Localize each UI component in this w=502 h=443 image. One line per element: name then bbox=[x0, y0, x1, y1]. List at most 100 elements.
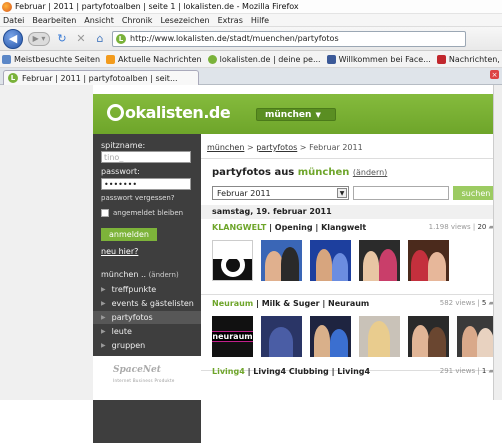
chevron-down-icon[interactable]: ▼ bbox=[337, 188, 347, 198]
thumb-shape bbox=[221, 253, 245, 277]
thumb-shape bbox=[269, 327, 293, 357]
album-thumbnail[interactable] bbox=[261, 240, 302, 281]
bookmark-facebook[interactable]: Willkommen bei Face... bbox=[326, 54, 431, 64]
breadcrumb-city[interactable]: münchen bbox=[207, 143, 244, 152]
back-button[interactable]: ◀ bbox=[3, 28, 23, 49]
bookmark-label: Nachrichten, aktuelle ... bbox=[448, 54, 502, 64]
sidebar-item-events[interactable]: ▶ events & gästelisten bbox=[93, 297, 201, 310]
stop-icon[interactable]: ✕ bbox=[74, 32, 88, 46]
login-button[interactable]: anmelden bbox=[101, 228, 157, 241]
sidebar-item-label: treffpunkte bbox=[111, 285, 157, 294]
thumb-shape bbox=[379, 249, 397, 281]
album-row: Neuraum | Milk & Suger | Neuraum 582 vie… bbox=[201, 295, 502, 371]
sidebar-item-label: gruppen bbox=[111, 341, 146, 350]
spacenet-logo[interactable]: SpaceNet bbox=[113, 365, 161, 375]
password-label: passwort: bbox=[101, 167, 140, 176]
menu-hilfe[interactable]: Hilfe bbox=[251, 16, 269, 25]
album-thumbnail[interactable] bbox=[359, 240, 400, 281]
album-thumbnail[interactable] bbox=[310, 240, 351, 281]
page-scrollbar[interactable] bbox=[493, 85, 502, 400]
bookmarks-toolbar: Meistbesuchte Seiten Aktuelle Nachrichte… bbox=[0, 51, 502, 68]
url-text: http://www.lokalisten.de/stadt/muenchen/… bbox=[130, 34, 339, 43]
close-tab-icon[interactable]: × bbox=[490, 70, 499, 79]
menu-ansicht[interactable]: Ansicht bbox=[84, 16, 114, 25]
album-thumbnail[interactable] bbox=[408, 316, 449, 357]
breadcrumb-sep: > bbox=[297, 143, 310, 152]
thumb-shape bbox=[412, 325, 429, 357]
thumb-shape bbox=[428, 252, 446, 281]
facebook-icon bbox=[326, 54, 336, 64]
url-bar[interactable]: L http://www.lokalisten.de/stadt/muenche… bbox=[112, 30, 466, 47]
album-thumbnail[interactable] bbox=[261, 316, 302, 357]
username-label: spitzname: bbox=[101, 141, 146, 150]
lokalisten-icon bbox=[207, 54, 217, 64]
thumb-shape bbox=[330, 329, 348, 357]
password-input[interactable]: ••••••• bbox=[101, 178, 191, 190]
thumb-shape bbox=[411, 250, 429, 281]
bookmark-label: Willkommen bei Face... bbox=[338, 54, 431, 64]
arrow-right-icon: ▶ bbox=[101, 300, 106, 307]
tab-current[interactable]: L Februar | 2011 | partyfotoalben | seit… bbox=[3, 70, 199, 85]
register-link[interactable]: neu hier? bbox=[101, 247, 138, 256]
album-title[interactable]: Living4 | Living4 Clubbing | Living4 bbox=[212, 367, 370, 376]
bookmark-lokalisten[interactable]: lokalisten.de | deine pe... bbox=[207, 54, 321, 64]
lokalisten-logo[interactable]: okalisten.de bbox=[107, 103, 231, 122]
city-select-button[interactable]: münchen ▼ bbox=[256, 108, 336, 121]
album-stats: 582 views | 5 ▰ bbox=[440, 299, 494, 307]
album-thumbnail[interactable] bbox=[212, 240, 253, 281]
sidebar-item-leute[interactable]: ▶ leute bbox=[93, 325, 201, 338]
rss-icon bbox=[106, 54, 116, 64]
forgot-password-link[interactable]: passwort vergessen? bbox=[101, 194, 175, 202]
window-titlebar: Februar | 2011 | partyfotoalben | seite … bbox=[0, 0, 502, 14]
menu-extras[interactable]: Extras bbox=[218, 16, 243, 25]
album-name: | Opening | Klangwelt bbox=[266, 223, 367, 232]
album-thumbnail[interactable]: neuraum bbox=[212, 316, 253, 357]
arrow-right-icon: ▶ bbox=[101, 342, 106, 349]
bookmark-news[interactable]: Aktuelle Nachrichten bbox=[106, 54, 202, 64]
bookmark-most-visited[interactable]: Meistbesuchte Seiten bbox=[2, 54, 100, 64]
forward-button[interactable]: ▶ ▾ bbox=[28, 31, 50, 46]
menu-lesezeichen[interactable]: Lesezeichen bbox=[160, 16, 209, 25]
album-venue: KLANGWELT bbox=[212, 223, 267, 232]
thumb-shape bbox=[314, 325, 330, 357]
sidebar-item-partyfotos[interactable]: ▶ partyfotos bbox=[93, 311, 201, 324]
thumb-shape bbox=[332, 253, 348, 281]
breadcrumb-section[interactable]: partyfotos bbox=[256, 143, 297, 152]
menu-datei[interactable]: Datei bbox=[3, 16, 24, 25]
arrow-right-icon: ▶ bbox=[101, 314, 106, 321]
remember-checkbox[interactable] bbox=[101, 209, 109, 217]
album-venue: Neuraum bbox=[212, 299, 254, 308]
sidebar-item-treffpunkte[interactable]: ▶ treffpunkte bbox=[93, 283, 201, 296]
search-input[interactable] bbox=[353, 186, 449, 200]
album-views: 1.198 views | bbox=[428, 223, 478, 231]
album-thumbnail[interactable] bbox=[310, 316, 351, 357]
change-city-link[interactable]: (ändern) bbox=[353, 168, 387, 177]
bookmark-ntv[interactable]: Nachrichten, aktuelle ... bbox=[436, 54, 502, 64]
navigation-toolbar: ◀ ▶ ▾ ↻ ✕ ⌂ L http://www.lokalisten.de/s… bbox=[0, 27, 502, 51]
album-title[interactable]: Neuraum | Milk & Suger | Neuraum bbox=[212, 299, 369, 308]
menu-chronik[interactable]: Chronik bbox=[122, 16, 153, 25]
neuraum-thumb-text: neuraum bbox=[212, 331, 253, 342]
sidebar-city-change[interactable]: (ändern) bbox=[149, 271, 179, 279]
page-margin bbox=[0, 85, 93, 400]
reload-icon[interactable]: ↻ bbox=[55, 32, 69, 46]
username-input[interactable]: tino_ bbox=[101, 151, 191, 163]
sidebar-item-label: leute bbox=[111, 327, 132, 336]
bookmark-label: lokalisten.de | deine pe... bbox=[219, 54, 321, 64]
menu-bearbeiten[interactable]: Bearbeiten bbox=[32, 16, 76, 25]
arrow-right-icon: ▶ bbox=[101, 286, 106, 293]
tab-title: Februar | 2011 | partyfotoalben | seit..… bbox=[22, 73, 178, 83]
album-title[interactable]: KLANGWELT | Opening | Klangwelt bbox=[212, 223, 366, 232]
sponsor-area: SpaceNet Internet Business Produkte bbox=[93, 356, 201, 400]
album-thumbnail[interactable] bbox=[408, 240, 449, 281]
thumb-shape bbox=[281, 247, 299, 281]
album-thumbnail[interactable] bbox=[359, 316, 400, 357]
sidebar-item-gruppen[interactable]: ▶ gruppen bbox=[93, 339, 201, 352]
date-header: samstag, 19. februar 2011 bbox=[201, 205, 502, 219]
home-icon[interactable]: ⌂ bbox=[93, 32, 107, 46]
breadcrumb: münchen > partyfotos > Februar 2011 bbox=[207, 143, 363, 152]
breadcrumb-current: Februar 2011 bbox=[309, 143, 363, 152]
sidebar-city: münchen .. (ändern) bbox=[101, 270, 179, 279]
album-thumbnail[interactable] bbox=[457, 316, 498, 357]
month-select[interactable]: Februar 2011 ▼ bbox=[212, 186, 349, 200]
